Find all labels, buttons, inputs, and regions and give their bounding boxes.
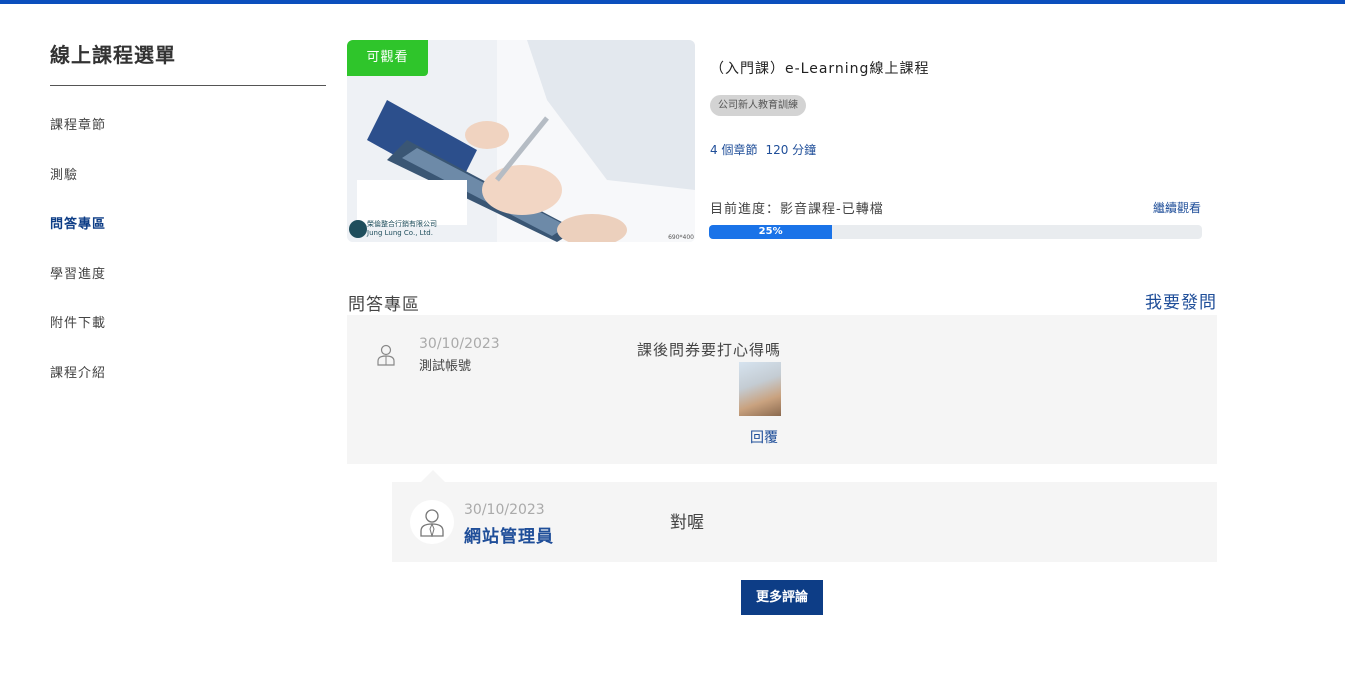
question-author: 測試帳號 <box>419 359 472 374</box>
sidebar-title: 線上課程選單 <box>50 43 176 67</box>
course-cover-image[interactable]: 可觀看 榮倫整合行銷有限公司 Jung Lung Co., Ltd. 690*4… <box>347 40 695 242</box>
course-duration: 120 分鐘 <box>765 143 817 157</box>
chapter-count: 4 個章節 <box>710 143 758 157</box>
company-logo-icon <box>349 220 367 238</box>
user-icon <box>377 344 395 366</box>
progress-bar: 25% <box>709 225 1202 239</box>
reply-author: 網站管理員 <box>464 527 554 547</box>
reply-pointer <box>421 470 445 482</box>
sidebar-item-qa[interactable]: 問答專區 <box>50 215 326 265</box>
question-text: 課後問券要打心得嗎 <box>637 341 782 359</box>
course-title: （入門課）e-Learning線上課程 <box>710 61 930 77</box>
admin-avatar <box>410 500 454 544</box>
image-size-label: 690*400 <box>668 234 694 241</box>
course-sidebar: 線上課程選單 課程章節 測驗 問答專區 學習進度 附件下載 課程介紹 <box>50 40 326 413</box>
category-tag: 公司新人教育訓練 <box>710 95 806 116</box>
reply-date: 30/10/2023 <box>464 502 545 518</box>
sidebar-menu: 課程章節 測驗 問答專區 學習進度 附件下載 課程介紹 <box>50 116 326 413</box>
reply-link[interactable]: 回覆 <box>750 427 778 447</box>
ask-question-link[interactable]: 我要發問 <box>1145 288 1217 313</box>
watchable-badge: 可觀看 <box>347 40 428 76</box>
course-meta: 4 個章節 120 分鐘 <box>710 141 816 158</box>
continue-watching-link[interactable]: 繼續觀看 <box>1153 199 1201 216</box>
reply-item: 30/10/2023 網站管理員 對喔 <box>392 482 1217 562</box>
image-caption-line2: Jung Lung Co., Ltd. <box>367 229 433 237</box>
image-company-caption: 榮倫整合行銷有限公司 Jung Lung Co., Ltd. <box>367 220 437 238</box>
question-attachment-thumbnail[interactable] <box>739 362 781 416</box>
question-date: 30/10/2023 <box>419 336 500 352</box>
progress-bar-fill: 25% <box>709 225 833 239</box>
top-accent-bar <box>0 0 1345 4</box>
question-item: 30/10/2023 測試帳號 課後問券要打心得嗎 回覆 <box>347 315 1217 464</box>
sidebar-item-introduction[interactable]: 課程介紹 <box>50 364 326 414</box>
sidebar-item-progress[interactable]: 學習進度 <box>50 265 326 315</box>
more-comments-button[interactable]: 更多評論 <box>741 580 823 615</box>
sidebar-item-attachments[interactable]: 附件下載 <box>50 314 326 364</box>
progress-label: 目前進度：影音課程-已轉檔 <box>710 202 884 217</box>
sidebar-divider <box>50 85 326 86</box>
sidebar-item-quiz[interactable]: 測驗 <box>50 166 326 216</box>
qa-section-heading: 問答專區 <box>348 295 420 315</box>
sidebar-item-chapters[interactable]: 課程章節 <box>50 116 326 166</box>
image-caption-line1: 榮倫整合行銷有限公司 <box>367 220 437 228</box>
admin-avatar-icon <box>420 509 444 537</box>
reply-text: 對喔 <box>670 513 704 533</box>
